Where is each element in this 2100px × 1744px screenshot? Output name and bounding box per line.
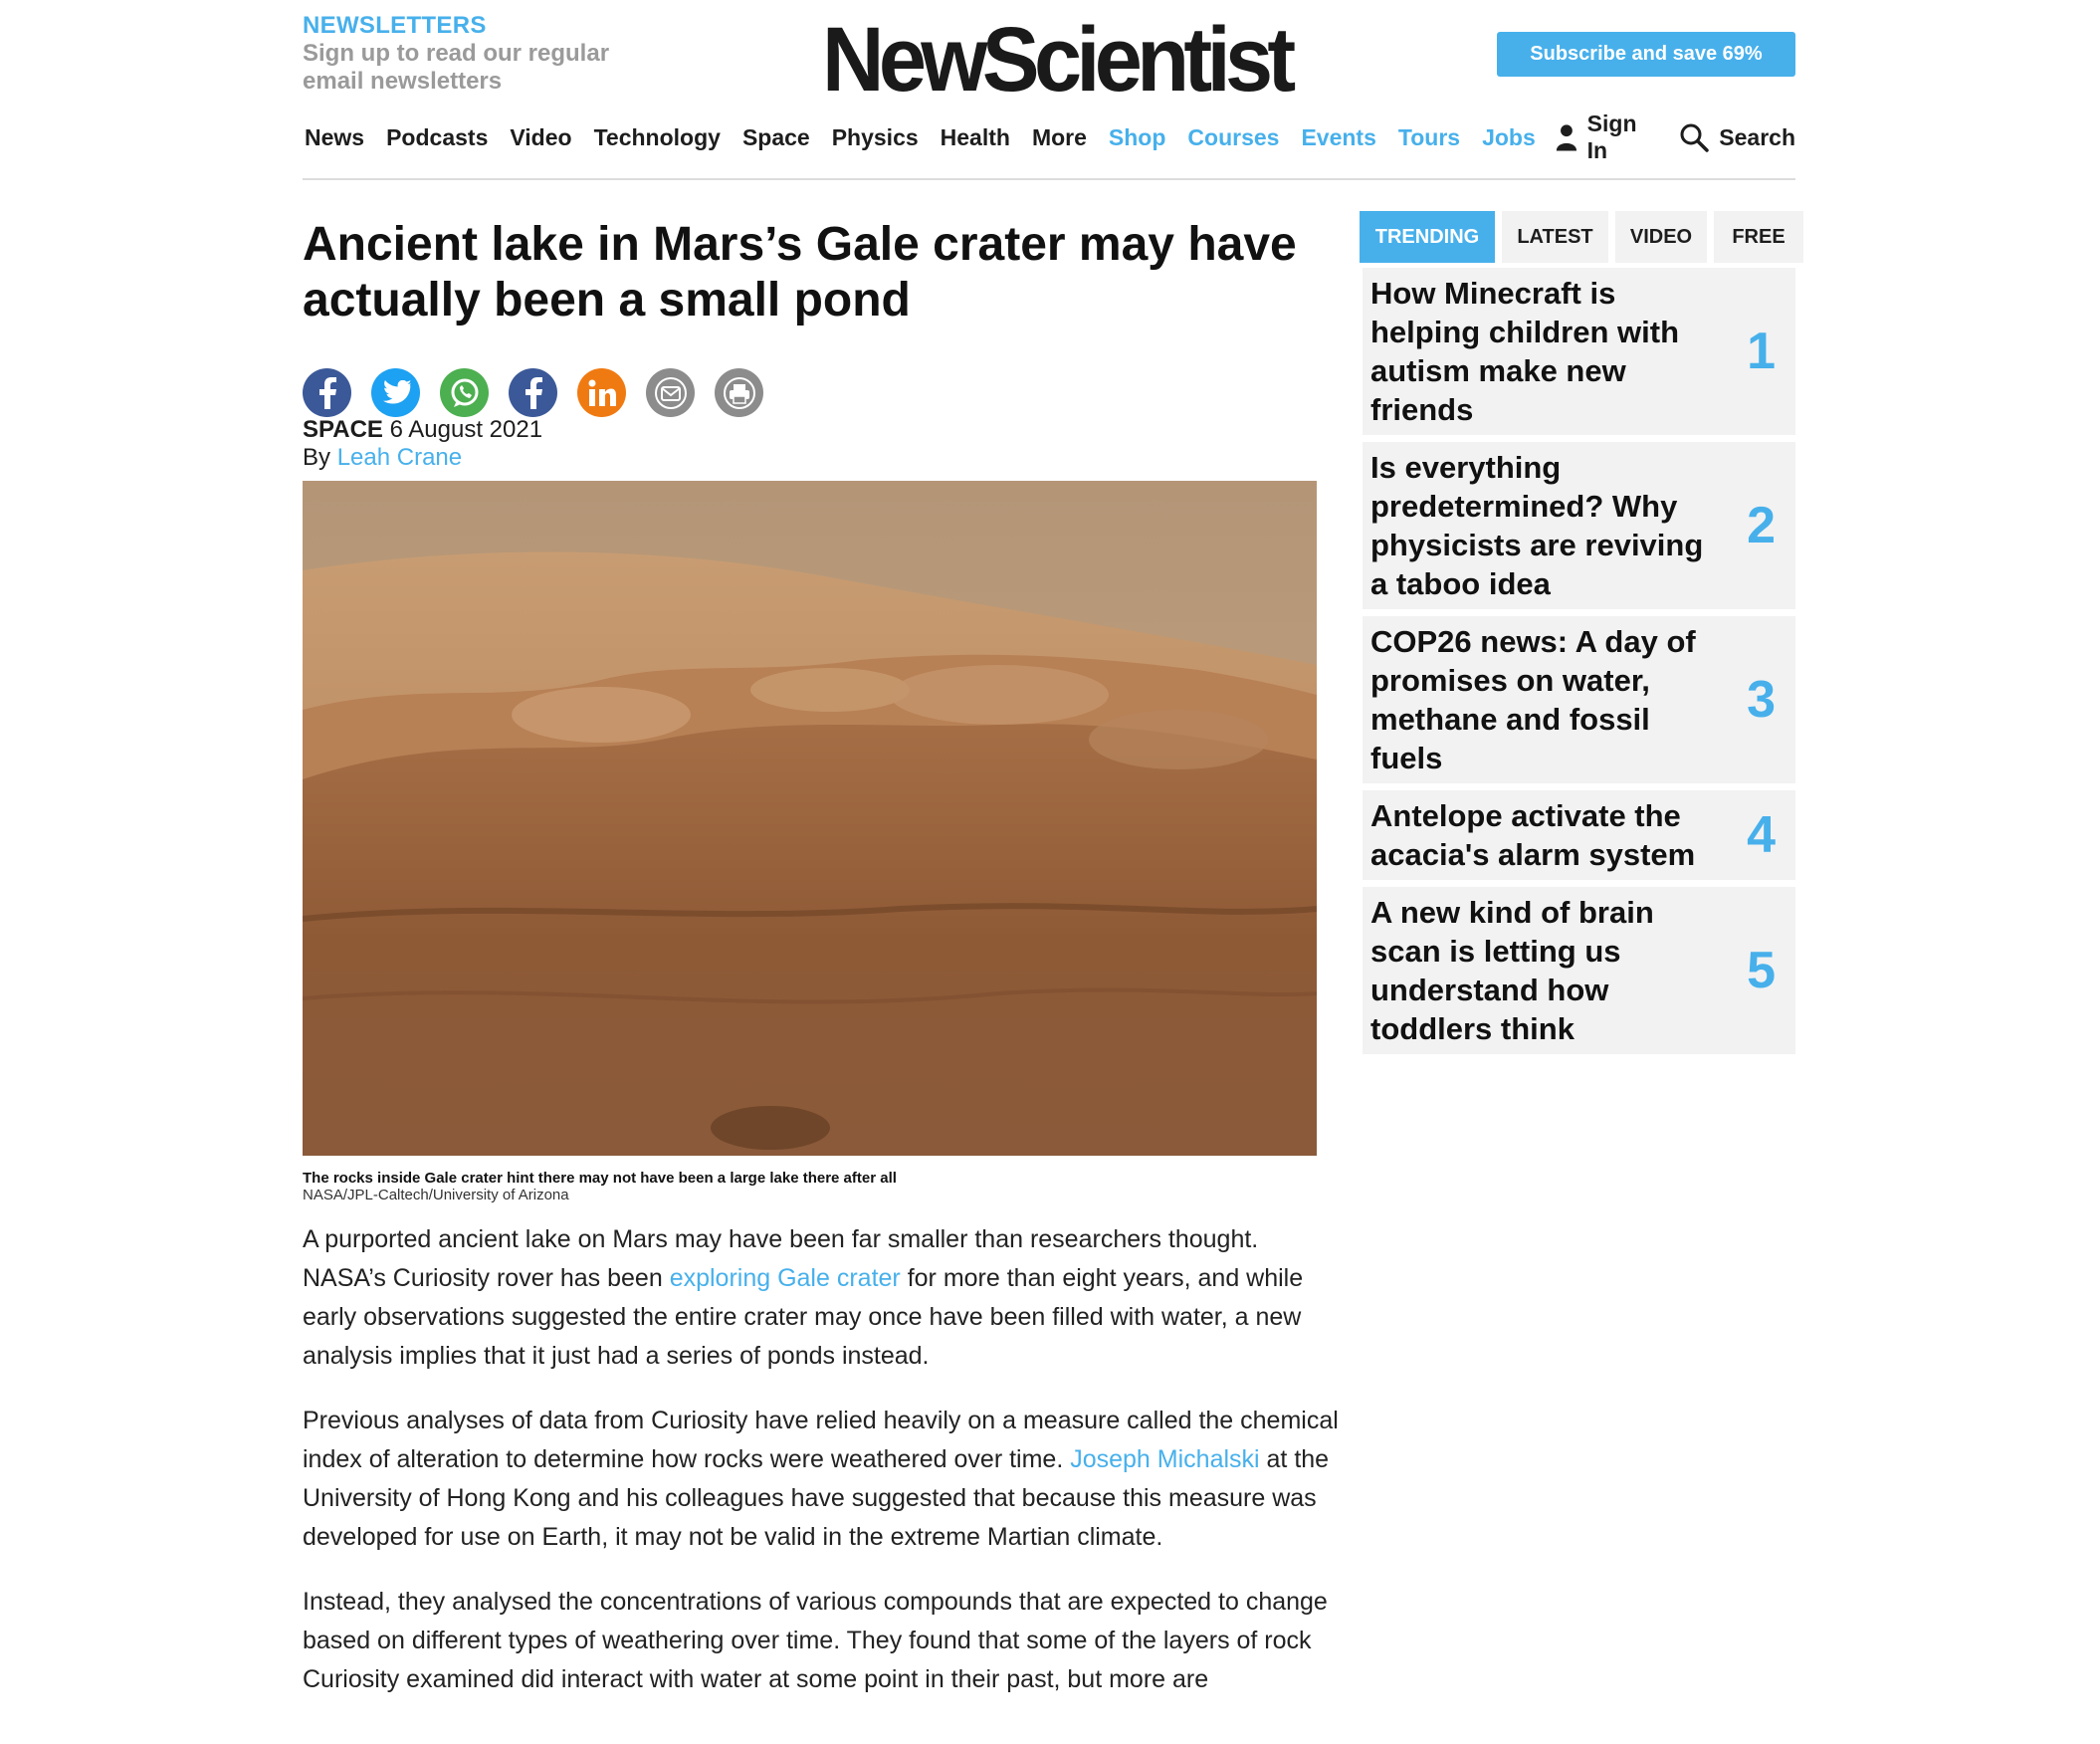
tab-video[interactable]: VIDEO <box>1615 211 1707 263</box>
article-date: 6 August 2021 <box>389 416 543 443</box>
nav-health[interactable]: Health <box>941 124 1010 151</box>
trending-item-rank: 5 <box>1747 942 1776 999</box>
twitter-share-button[interactable] <box>371 368 420 417</box>
linkedin-icon <box>588 379 616 406</box>
site-logo[interactable]: NewScientist <box>822 12 1296 108</box>
facebook-icon <box>318 376 336 409</box>
article-meta: SPACE 6 August 2021 <box>303 416 542 444</box>
trending-item[interactable]: How Minecraft is helping children with a… <box>1363 268 1795 435</box>
trending-item[interactable]: Antelope activate the acacia's alarm sys… <box>1363 790 1795 880</box>
trending-item-title[interactable]: COP26 news: A day of promises on water, … <box>1370 622 1714 777</box>
facebook-icon <box>525 376 542 409</box>
trending-list: How Minecraft is helping children with a… <box>1363 268 1795 1061</box>
newsletters-description[interactable]: Sign up to read our regular email newsle… <box>303 40 641 96</box>
trending-item-title[interactable]: A new kind of brain scan is letting us u… <box>1370 893 1714 1048</box>
tab-latest[interactable]: LATEST <box>1502 211 1608 263</box>
paragraph-2: Previous analyses of data from Curiosity… <box>303 1402 1348 1557</box>
twitter-icon <box>382 379 411 403</box>
nav-courses[interactable]: Courses <box>1187 124 1279 151</box>
article-category[interactable]: SPACE <box>303 416 383 443</box>
whatsapp-share-button[interactable] <box>440 368 489 417</box>
hero-image <box>303 481 1317 1156</box>
nav-tours[interactable]: Tours <box>1398 124 1460 151</box>
nav-podcasts[interactable]: Podcasts <box>386 124 488 151</box>
trending-item[interactable]: COP26 news: A day of promises on water, … <box>1363 616 1795 783</box>
trending-item-rank: 4 <box>1747 806 1776 864</box>
trending-item[interactable]: A new kind of brain scan is letting us u… <box>1363 887 1795 1054</box>
nav-space[interactable]: Space <box>742 124 810 151</box>
sign-in-label: Sign In <box>1586 110 1637 163</box>
email-share-button[interactable] <box>646 368 695 417</box>
byline: By Leah Crane <box>303 444 462 472</box>
link-exploring-gale-crater[interactable]: exploring Gale crater <box>670 1264 901 1292</box>
email-icon <box>654 376 687 409</box>
paragraph-1: A purported ancient lake on Mars may hav… <box>303 1220 1348 1376</box>
search-link[interactable]: Search <box>1679 122 1795 152</box>
trending-item-title[interactable]: Is everything predetermined? Why physici… <box>1370 448 1714 603</box>
share-buttons <box>303 368 783 417</box>
linkedin-share-button[interactable] <box>577 368 626 417</box>
print-button[interactable] <box>715 368 763 417</box>
trending-item-rank: 3 <box>1747 671 1776 729</box>
sign-in-link[interactable]: Sign In <box>1556 110 1652 164</box>
author-link[interactable]: Leah Crane <box>337 444 462 471</box>
image-caption: The rocks inside Gale crater hint there … <box>303 1170 897 1187</box>
newsletters-link[interactable]: NEWSLETTERS <box>303 12 487 40</box>
nav-news[interactable]: News <box>305 124 364 151</box>
trending-item-title[interactable]: Antelope activate the acacia's alarm sys… <box>1370 796 1714 874</box>
nav-jobs[interactable]: Jobs <box>1482 124 1536 151</box>
user-icon <box>1556 124 1576 151</box>
trending-item-rank: 1 <box>1747 323 1776 380</box>
trending-item-rank: 2 <box>1747 497 1776 554</box>
mars-landscape-image <box>303 481 1317 1156</box>
facebook-messenger-share-button[interactable] <box>509 368 557 417</box>
tab-trending[interactable]: TRENDING <box>1360 211 1495 263</box>
search-label: Search <box>1719 123 1795 150</box>
nav-technology[interactable]: Technology <box>594 124 721 151</box>
image-credit: NASA/JPL-Caltech/University of Arizona <box>303 1187 569 1203</box>
site-header: NEWSLETTERS Sign up to read our regular … <box>303 0 1795 180</box>
main-nav: News Podcasts Video Technology Space Phy… <box>305 110 1795 163</box>
article-body: A purported ancient lake on Mars may hav… <box>303 1220 1348 1725</box>
byline-prefix: By <box>303 444 331 471</box>
print-icon <box>723 376 755 409</box>
subscribe-button[interactable]: Subscribe and save 69% <box>1497 32 1795 77</box>
facebook-share-button[interactable] <box>303 368 351 417</box>
sidebar-tabs: TRENDING LATEST VIDEO FREE <box>1360 211 1810 263</box>
trending-item[interactable]: Is everything predetermined? Why physici… <box>1363 442 1795 609</box>
nav-events[interactable]: Events <box>1301 124 1375 151</box>
trending-item-title[interactable]: How Minecraft is helping children with a… <box>1370 274 1714 429</box>
whatsapp-icon <box>451 378 478 407</box>
tab-free[interactable]: FREE <box>1714 211 1803 263</box>
nav-more[interactable]: More <box>1032 124 1087 151</box>
paragraph-3: Instead, they analysed the concentration… <box>303 1588 1328 1693</box>
link-joseph-michalski[interactable]: Joseph Michalski <box>1070 1445 1259 1473</box>
search-icon <box>1680 123 1710 152</box>
nav-video[interactable]: Video <box>510 124 571 151</box>
nav-physics[interactable]: Physics <box>832 124 919 151</box>
article-headline: Ancient lake in Mars’s Gale crater may h… <box>303 218 1297 327</box>
nav-shop[interactable]: Shop <box>1109 124 1166 151</box>
